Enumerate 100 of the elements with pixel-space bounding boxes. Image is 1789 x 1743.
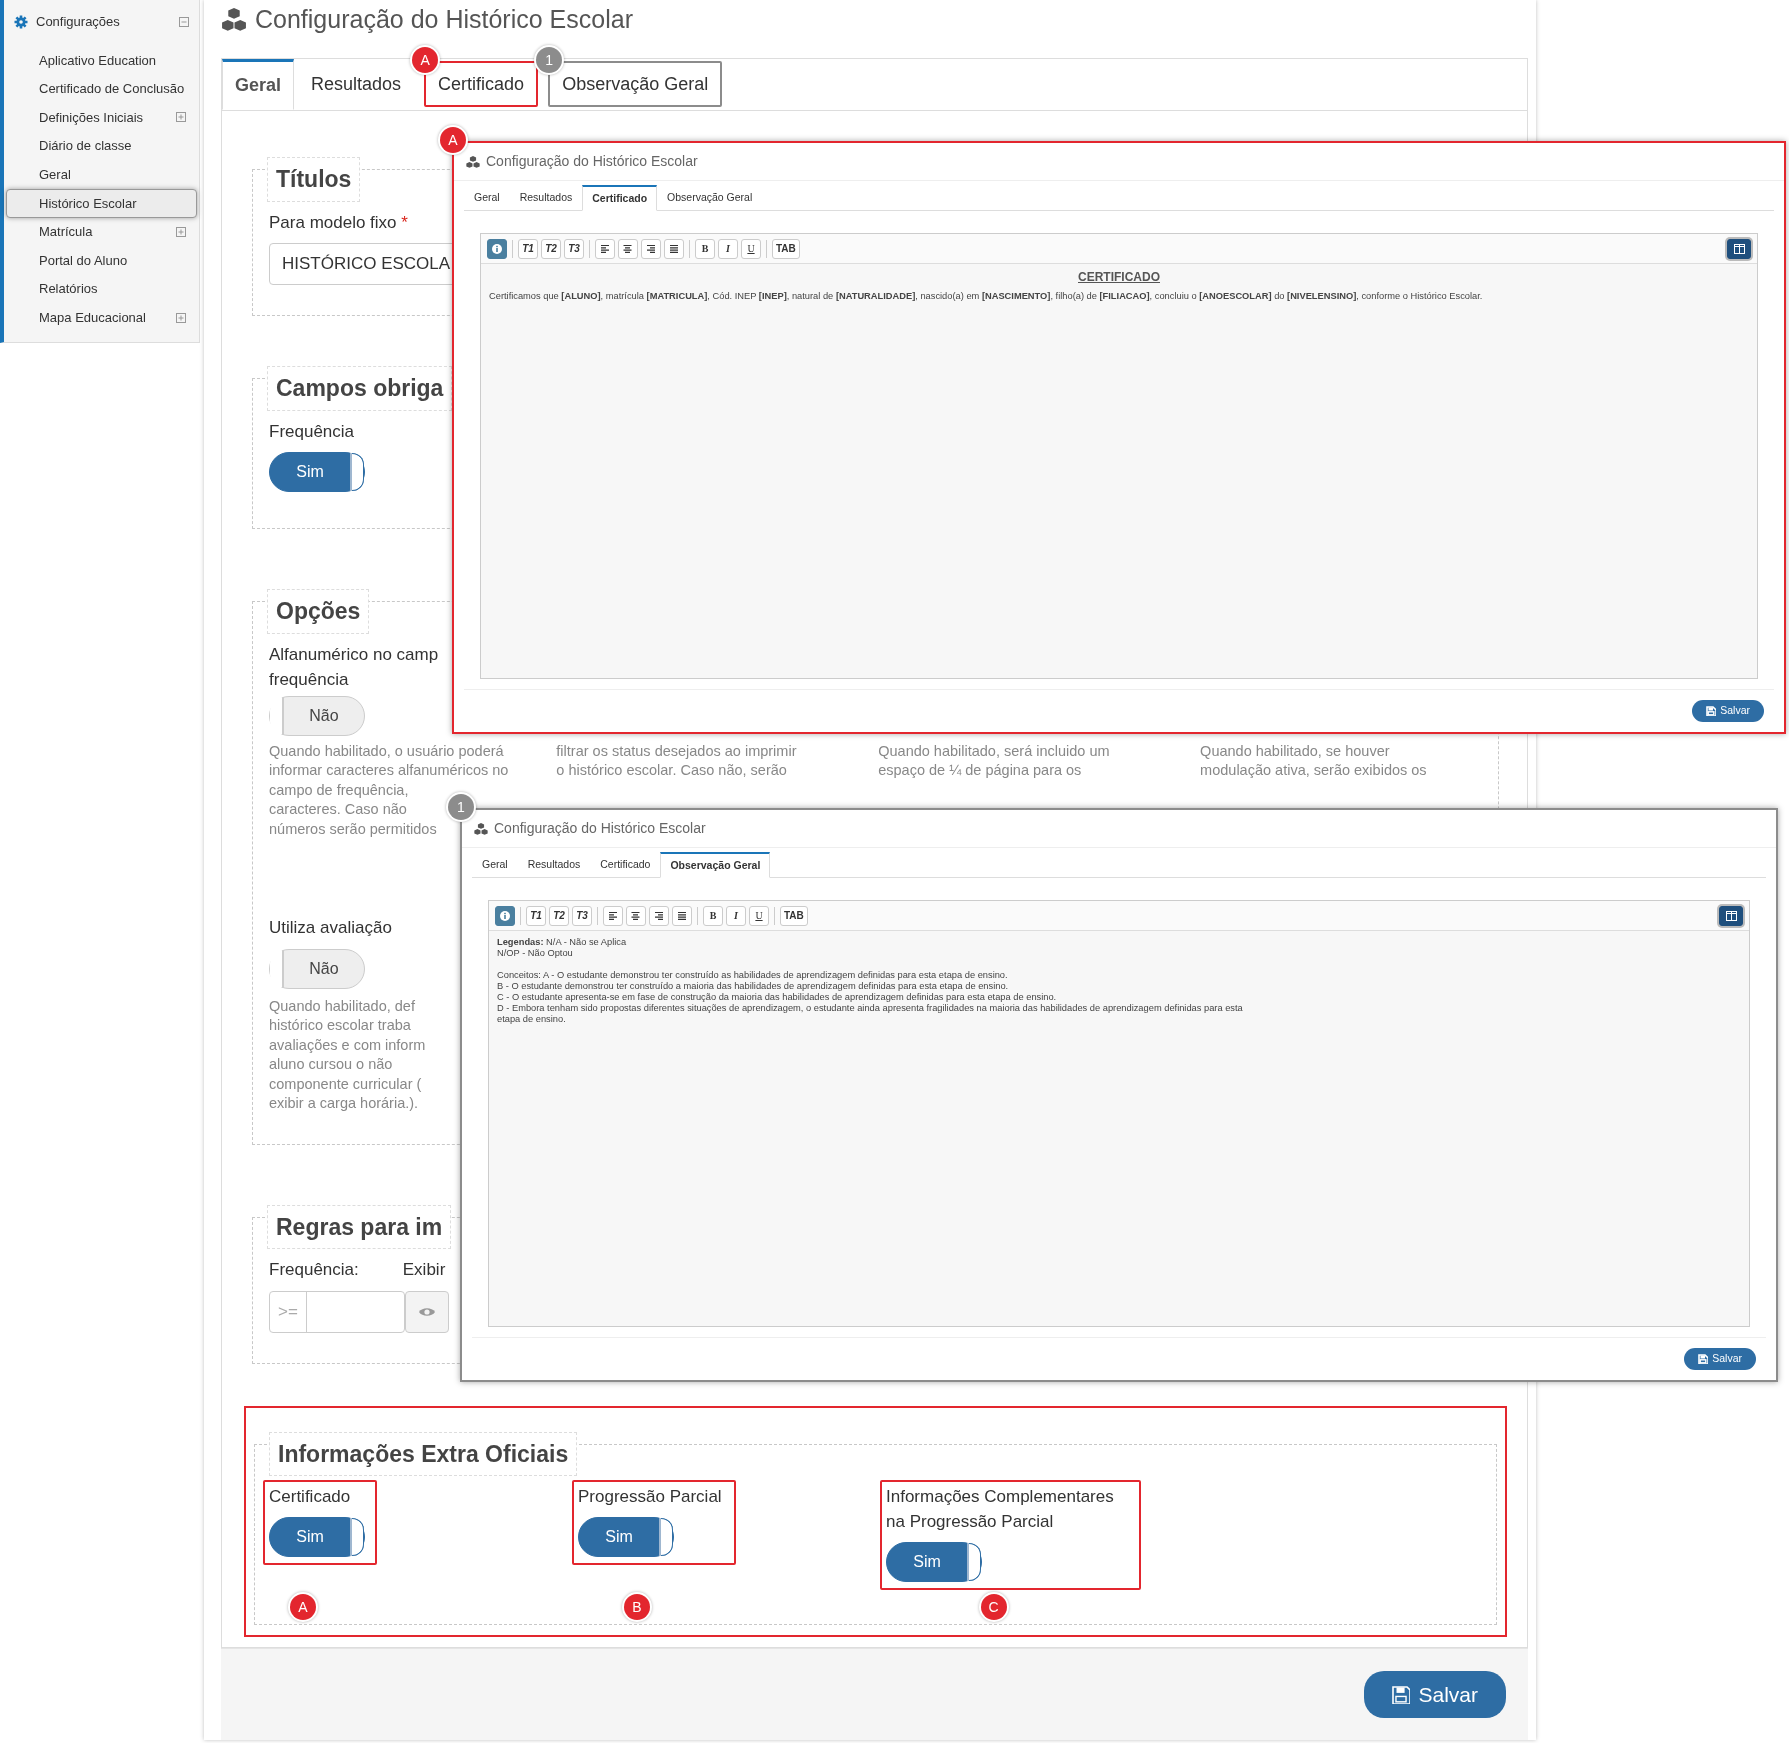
page-title: Configuração do Histórico Escolar [255, 4, 633, 36]
field-label: Certificado [269, 1486, 351, 1508]
align-left-button[interactable] [595, 238, 615, 259]
field-label: Utiliza avaliação [269, 917, 392, 939]
sidebar-item[interactable]: Diário de classe [6, 131, 197, 161]
heading-button[interactable]: T1 [518, 238, 538, 259]
help-line: Quando habilitado, def [269, 996, 415, 1016]
sidebar-item[interactable]: Relatórios [6, 274, 197, 304]
document-text: Conceitos: A - O estudante demonstrou ter construído as habilidades de aprendizagem definidas para esta etapa de ensino. B - O estudante demonstrou ter construído a maioria das habilidades de aprendizagem definidas para esta etapa de ensino. C - O estudante apresenta-se em fase de construção da maioria das habilidades de aprendizagem definidas para esta etapa de ensino. D - Embora tenham sido propostas diferentes situações de aprendizagem, o estudante ainda apresenta fragilidades na maioria das habilidades de aprendizagem definidas para esta etapa de ensino. [497, 970, 1244, 1025]
align-right-icon [646, 244, 656, 253]
justify-button[interactable] [672, 905, 692, 926]
help-line: Quando habilitado, se houver [1200, 741, 1390, 761]
help-line: componente curricular ( [269, 1074, 422, 1094]
document-text: Legendas: N/A - Não se Aplica N/OP - Não Optou [497, 937, 628, 959]
tab-button[interactable]: TAB [780, 905, 808, 926]
tab-button[interactable]: TAB [772, 238, 800, 259]
save-icon [1698, 1354, 1709, 1364]
sidebar-item[interactable]: Certificado de Conclusão [6, 74, 197, 104]
help-line: avaliações e com inform [269, 1035, 426, 1055]
gear-icon [14, 15, 28, 29]
help-line: o histórico escolar. Caso não, serão [556, 761, 787, 780]
save-icon [1392, 1685, 1411, 1704]
tab[interactable]: Certificado [582, 185, 658, 211]
field-label: Informações Complementares na Progressão Parcial [886, 1486, 1115, 1533]
section-legend: Campos obriga [267, 366, 453, 411]
field-label: Frequência: [269, 1259, 359, 1281]
sidebar-item[interactable]: Definições Iniciais [6, 103, 197, 132]
sidebar-item[interactable]: Geral [6, 160, 197, 189]
help-line: Quando habilitado, o usuário poderá [269, 741, 504, 761]
sidebar-item[interactable]: Mapa Educacional [6, 303, 197, 332]
help-line: campo de frequência, [269, 780, 409, 800]
save-button[interactable]: Salvar [1684, 1348, 1756, 1370]
heading-button[interactable]: T3 [572, 905, 592, 926]
tab[interactable]: Observação Geral [660, 852, 771, 878]
field-label: Para modelo fixo * [269, 211, 408, 234]
help-line: espaço de ¼ de página para os [878, 761, 1082, 780]
heading-button[interactable]: T1 [526, 905, 546, 926]
field-label: Alfanumérico no camp frequência [269, 643, 439, 691]
callout-badge: 1 [536, 47, 563, 73]
tab[interactable]: Resultados [517, 852, 591, 877]
cubes-icon [474, 821, 488, 836]
tab[interactable]: Geral [464, 185, 510, 210]
toggle-switch[interactable]: Sim [886, 1542, 982, 1582]
help-line: histórico escolar traba [269, 1016, 411, 1035]
underline-button[interactable]: U [741, 238, 761, 259]
align-center-icon [623, 244, 633, 253]
field-label: Progressão Parcial [578, 1486, 722, 1508]
info-icon [500, 910, 510, 921]
field-label: Frequência [269, 420, 355, 443]
info-button[interactable] [495, 905, 515, 926]
field-label: Exibir [402, 1259, 446, 1281]
align-right-button[interactable] [649, 905, 669, 926]
heading-button[interactable]: T2 [549, 905, 569, 926]
section-legend: Títulos [267, 157, 361, 202]
help-line: números serão permitidos [269, 819, 437, 839]
align-left-icon [608, 911, 618, 920]
underline-button[interactable]: U [749, 905, 769, 926]
bold-button[interactable]: B [703, 905, 723, 926]
heading-button[interactable]: T2 [541, 238, 561, 259]
sidebar-item[interactable]: Histórico Escolar [6, 188, 197, 218]
callout-badge: 1 [448, 794, 474, 820]
help-line: modulação ativa, serão exibidos os [1200, 761, 1427, 780]
toggle-switch[interactable]: Sim [269, 452, 365, 492]
bold-button[interactable]: B [695, 238, 715, 259]
align-center-button[interactable] [618, 238, 638, 259]
eye-icon [418, 1305, 436, 1318]
callout-badge: A [412, 47, 439, 73]
sidebar-item[interactable]: Aplicativo Education [6, 46, 197, 75]
tab[interactable]: Observação Geral [657, 185, 763, 210]
sidebar-header[interactable]: Configurações [4, 6, 199, 38]
italic-button[interactable]: I [718, 238, 738, 259]
dialog-title: Configuração do Histórico Escolar [494, 819, 706, 838]
align-left-button[interactable] [603, 905, 623, 926]
columns-icon [1725, 910, 1737, 921]
sidebar-item[interactable]: Portal do Aluno [6, 246, 197, 275]
save-icon [1706, 706, 1717, 716]
toggle-switch[interactable]: Não [269, 695, 365, 736]
layout-button[interactable] [1727, 238, 1751, 259]
section-legend: Regras para im [267, 1204, 452, 1249]
tab[interactable]: Geral [222, 59, 295, 110]
heading-button[interactable]: T3 [564, 238, 584, 259]
justify-button[interactable] [664, 238, 684, 259]
toggle-switch[interactable]: Sim [578, 1517, 674, 1557]
callout-badge: A [290, 1594, 316, 1620]
tab[interactable]: Certificado [590, 852, 661, 877]
tab[interactable]: Resultados [509, 185, 583, 210]
callout-badge: C [980, 1594, 1007, 1620]
align-right-button[interactable] [641, 238, 661, 259]
tab[interactable]: Geral [472, 852, 518, 877]
align-center-button[interactable] [626, 905, 646, 926]
save-button[interactable]: Salvar [1364, 1670, 1506, 1719]
layout-button[interactable] [1719, 905, 1743, 926]
toggle-switch[interactable]: Sim [269, 1517, 365, 1557]
document-heading: CERTIFICADO [1077, 272, 1161, 283]
help-line: Quando habilitado, será incluido um [878, 741, 1110, 761]
sidebar-item[interactable]: Matrícula [6, 217, 197, 247]
save-button[interactable]: Salvar [1692, 700, 1764, 722]
toggle-switch[interactable]: Não [269, 948, 365, 989]
italic-button[interactable]: I [726, 905, 746, 926]
info-button[interactable] [487, 238, 507, 259]
